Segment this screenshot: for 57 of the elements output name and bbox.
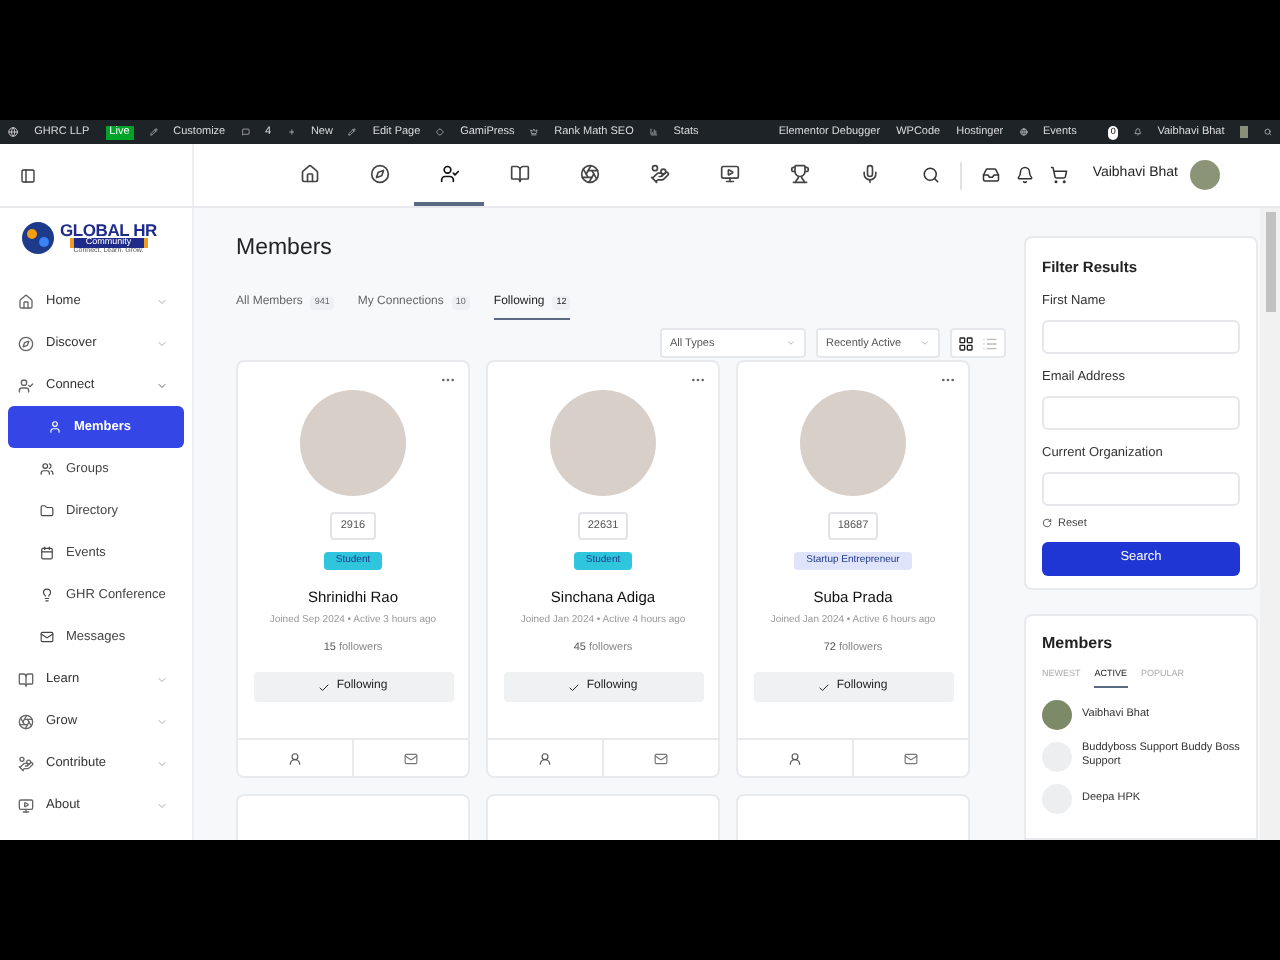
microphone-icon[interactable] xyxy=(859,163,879,183)
users-icon[interactable] xyxy=(40,462,54,476)
folder-icon[interactable] xyxy=(40,504,54,518)
hand-coins-icon[interactable] xyxy=(649,163,669,183)
home-icon[interactable] xyxy=(18,293,34,309)
compass-icon[interactable] xyxy=(369,163,389,183)
inbox-icon[interactable] xyxy=(982,166,1001,184)
admin-item-icon[interactable] xyxy=(241,126,249,138)
admin-item-icon[interactable] xyxy=(530,126,539,138)
wordpress-icon[interactable] xyxy=(8,124,19,140)
sidebar-toggle-icon[interactable] xyxy=(20,167,36,183)
admin-item-icon[interactable] xyxy=(149,126,158,138)
user-icon[interactable] xyxy=(788,751,802,766)
mail-icon[interactable] xyxy=(654,751,668,766)
cart-icon[interactable] xyxy=(1050,166,1069,184)
admin-item-icon[interactable] xyxy=(348,126,357,138)
text-field[interactable] xyxy=(1042,320,1240,354)
logo-title: GLOBAL HR xyxy=(60,221,157,239)
admin-item-icon[interactable] xyxy=(649,126,658,138)
search-icon[interactable] xyxy=(922,166,941,184)
bell-icon[interactable] xyxy=(1016,166,1035,184)
user-avatar[interactable] xyxy=(1190,160,1220,190)
monitor-icon[interactable] xyxy=(18,797,34,813)
aperture-icon[interactable] xyxy=(579,163,599,183)
user-check-icon[interactable] xyxy=(18,377,34,393)
book-icon[interactable] xyxy=(18,671,34,687)
user-icon[interactable] xyxy=(48,420,62,434)
text-field[interactable] xyxy=(1042,471,1240,505)
user-icon[interactable] xyxy=(538,751,552,766)
lightbulb-icon[interactable] xyxy=(40,588,54,602)
aperture-icon[interactable] xyxy=(18,713,34,729)
admin-item-icon[interactable] xyxy=(287,126,295,138)
user-check-icon[interactable] xyxy=(439,163,459,183)
grid-view-icon[interactable] xyxy=(958,335,974,352)
admin-item-icon[interactable] xyxy=(1019,126,1028,138)
mail-icon[interactable] xyxy=(404,751,418,766)
check-icon[interactable] xyxy=(318,681,331,694)
user-icon[interactable] xyxy=(288,751,302,766)
calendar-icon[interactable] xyxy=(40,546,54,560)
admin-item-icon[interactable] xyxy=(436,126,445,138)
book-icon[interactable] xyxy=(509,163,529,183)
mail-icon[interactable] xyxy=(40,630,54,644)
mail-icon[interactable] xyxy=(904,751,918,766)
globe-logo-icon xyxy=(20,220,56,256)
hand-coins-icon[interactable] xyxy=(18,755,34,771)
trophy-icon[interactable] xyxy=(789,163,809,183)
admin-avatar xyxy=(1240,126,1249,138)
check-icon[interactable] xyxy=(568,681,581,694)
compass-icon[interactable] xyxy=(18,335,34,351)
page-title: Members xyxy=(236,234,334,264)
monitor-icon[interactable] xyxy=(719,163,739,183)
widget-title: Members xyxy=(1042,631,1115,656)
reset-icon[interactable] xyxy=(1042,518,1052,529)
check-icon[interactable] xyxy=(818,681,831,694)
home-icon[interactable] xyxy=(299,163,319,183)
scrollbar[interactable] xyxy=(1260,208,1280,840)
text-field[interactable] xyxy=(1042,395,1240,430)
